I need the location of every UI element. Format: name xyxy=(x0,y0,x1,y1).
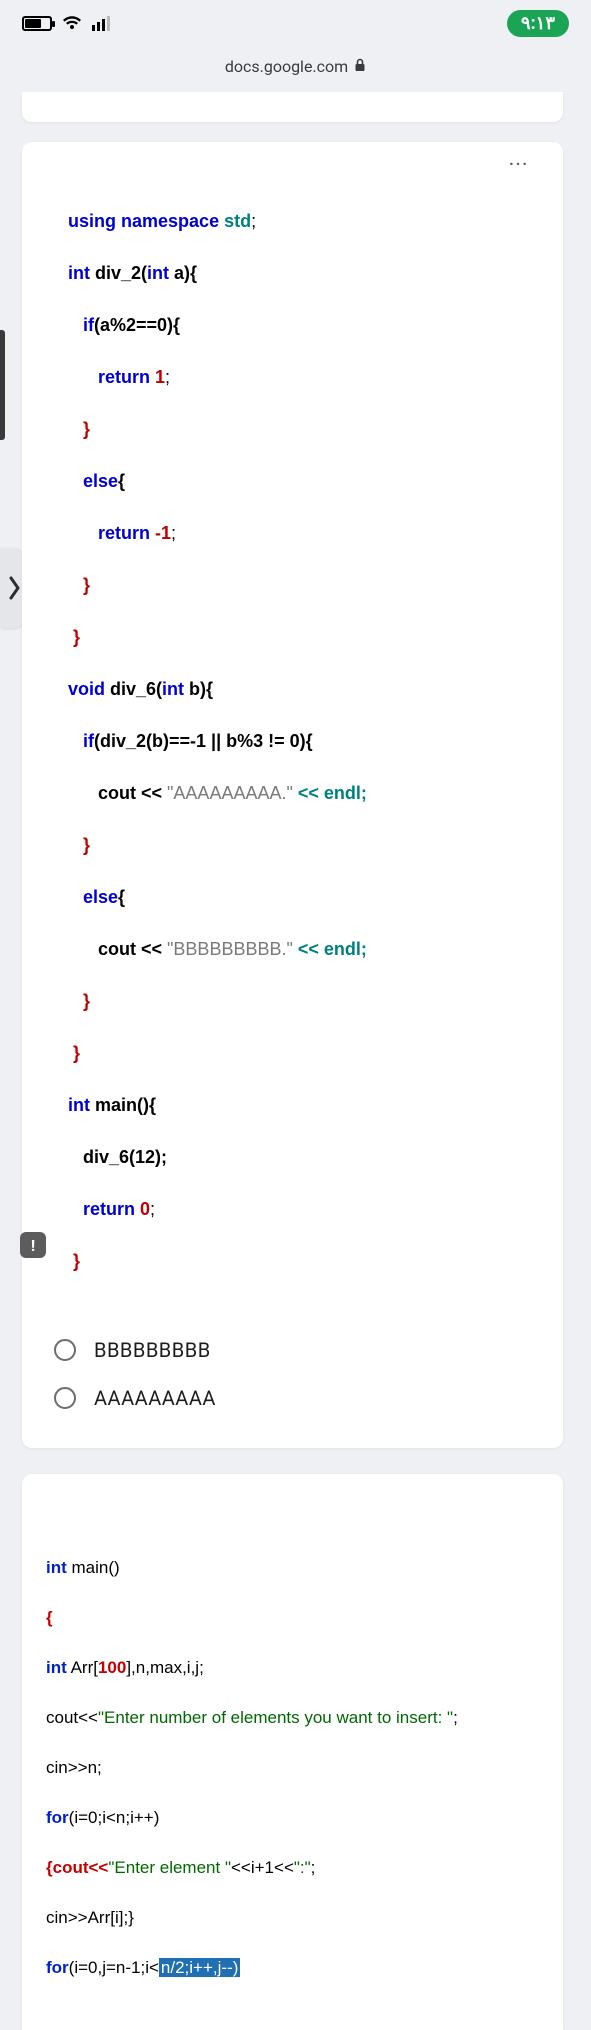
page-scroll-indicator xyxy=(0,120,6,1280)
previous-card-stub xyxy=(22,92,563,122)
status-clock: ٩:١٣ xyxy=(507,13,569,34)
ellipsis-icon: ... xyxy=(509,150,529,169)
question-card-1: ... using namespace std; int div_2(int a… xyxy=(22,142,563,1448)
battery-icon xyxy=(22,16,52,31)
status-icons-left xyxy=(22,15,114,31)
radio-option-a[interactable]: AAAAAAAAA xyxy=(50,1374,535,1422)
page-content: ... using namespace std; int div_2(int a… xyxy=(0,92,591,2030)
code-block-2: int main() { int Arr[100],n,max,i,j; cou… xyxy=(46,1530,539,2030)
lock-icon xyxy=(354,57,366,76)
signal-icon xyxy=(92,15,114,31)
clock-pill: ٩:١٣ xyxy=(507,10,569,37)
radio-icon xyxy=(54,1339,76,1361)
status-bar: ٩:١٣ xyxy=(0,0,591,46)
wifi-icon xyxy=(62,15,82,31)
code-block-1: using namespace std; int div_2(int a){ i… xyxy=(50,182,535,1326)
option-label: AAAAAAAAA xyxy=(94,1386,216,1410)
page-url: docs.google.com xyxy=(225,57,348,76)
alert-badge[interactable]: ! xyxy=(20,1232,46,1258)
radio-option-b[interactable]: BBBBBBBBB xyxy=(50,1326,535,1374)
question-card-2: int main() { int Arr[100],n,max,i,j; cou… xyxy=(22,1474,563,2030)
browser-omnibar[interactable]: docs.google.com xyxy=(0,46,591,86)
radio-icon xyxy=(54,1387,76,1409)
option-label: BBBBBBBBB xyxy=(94,1338,211,1362)
